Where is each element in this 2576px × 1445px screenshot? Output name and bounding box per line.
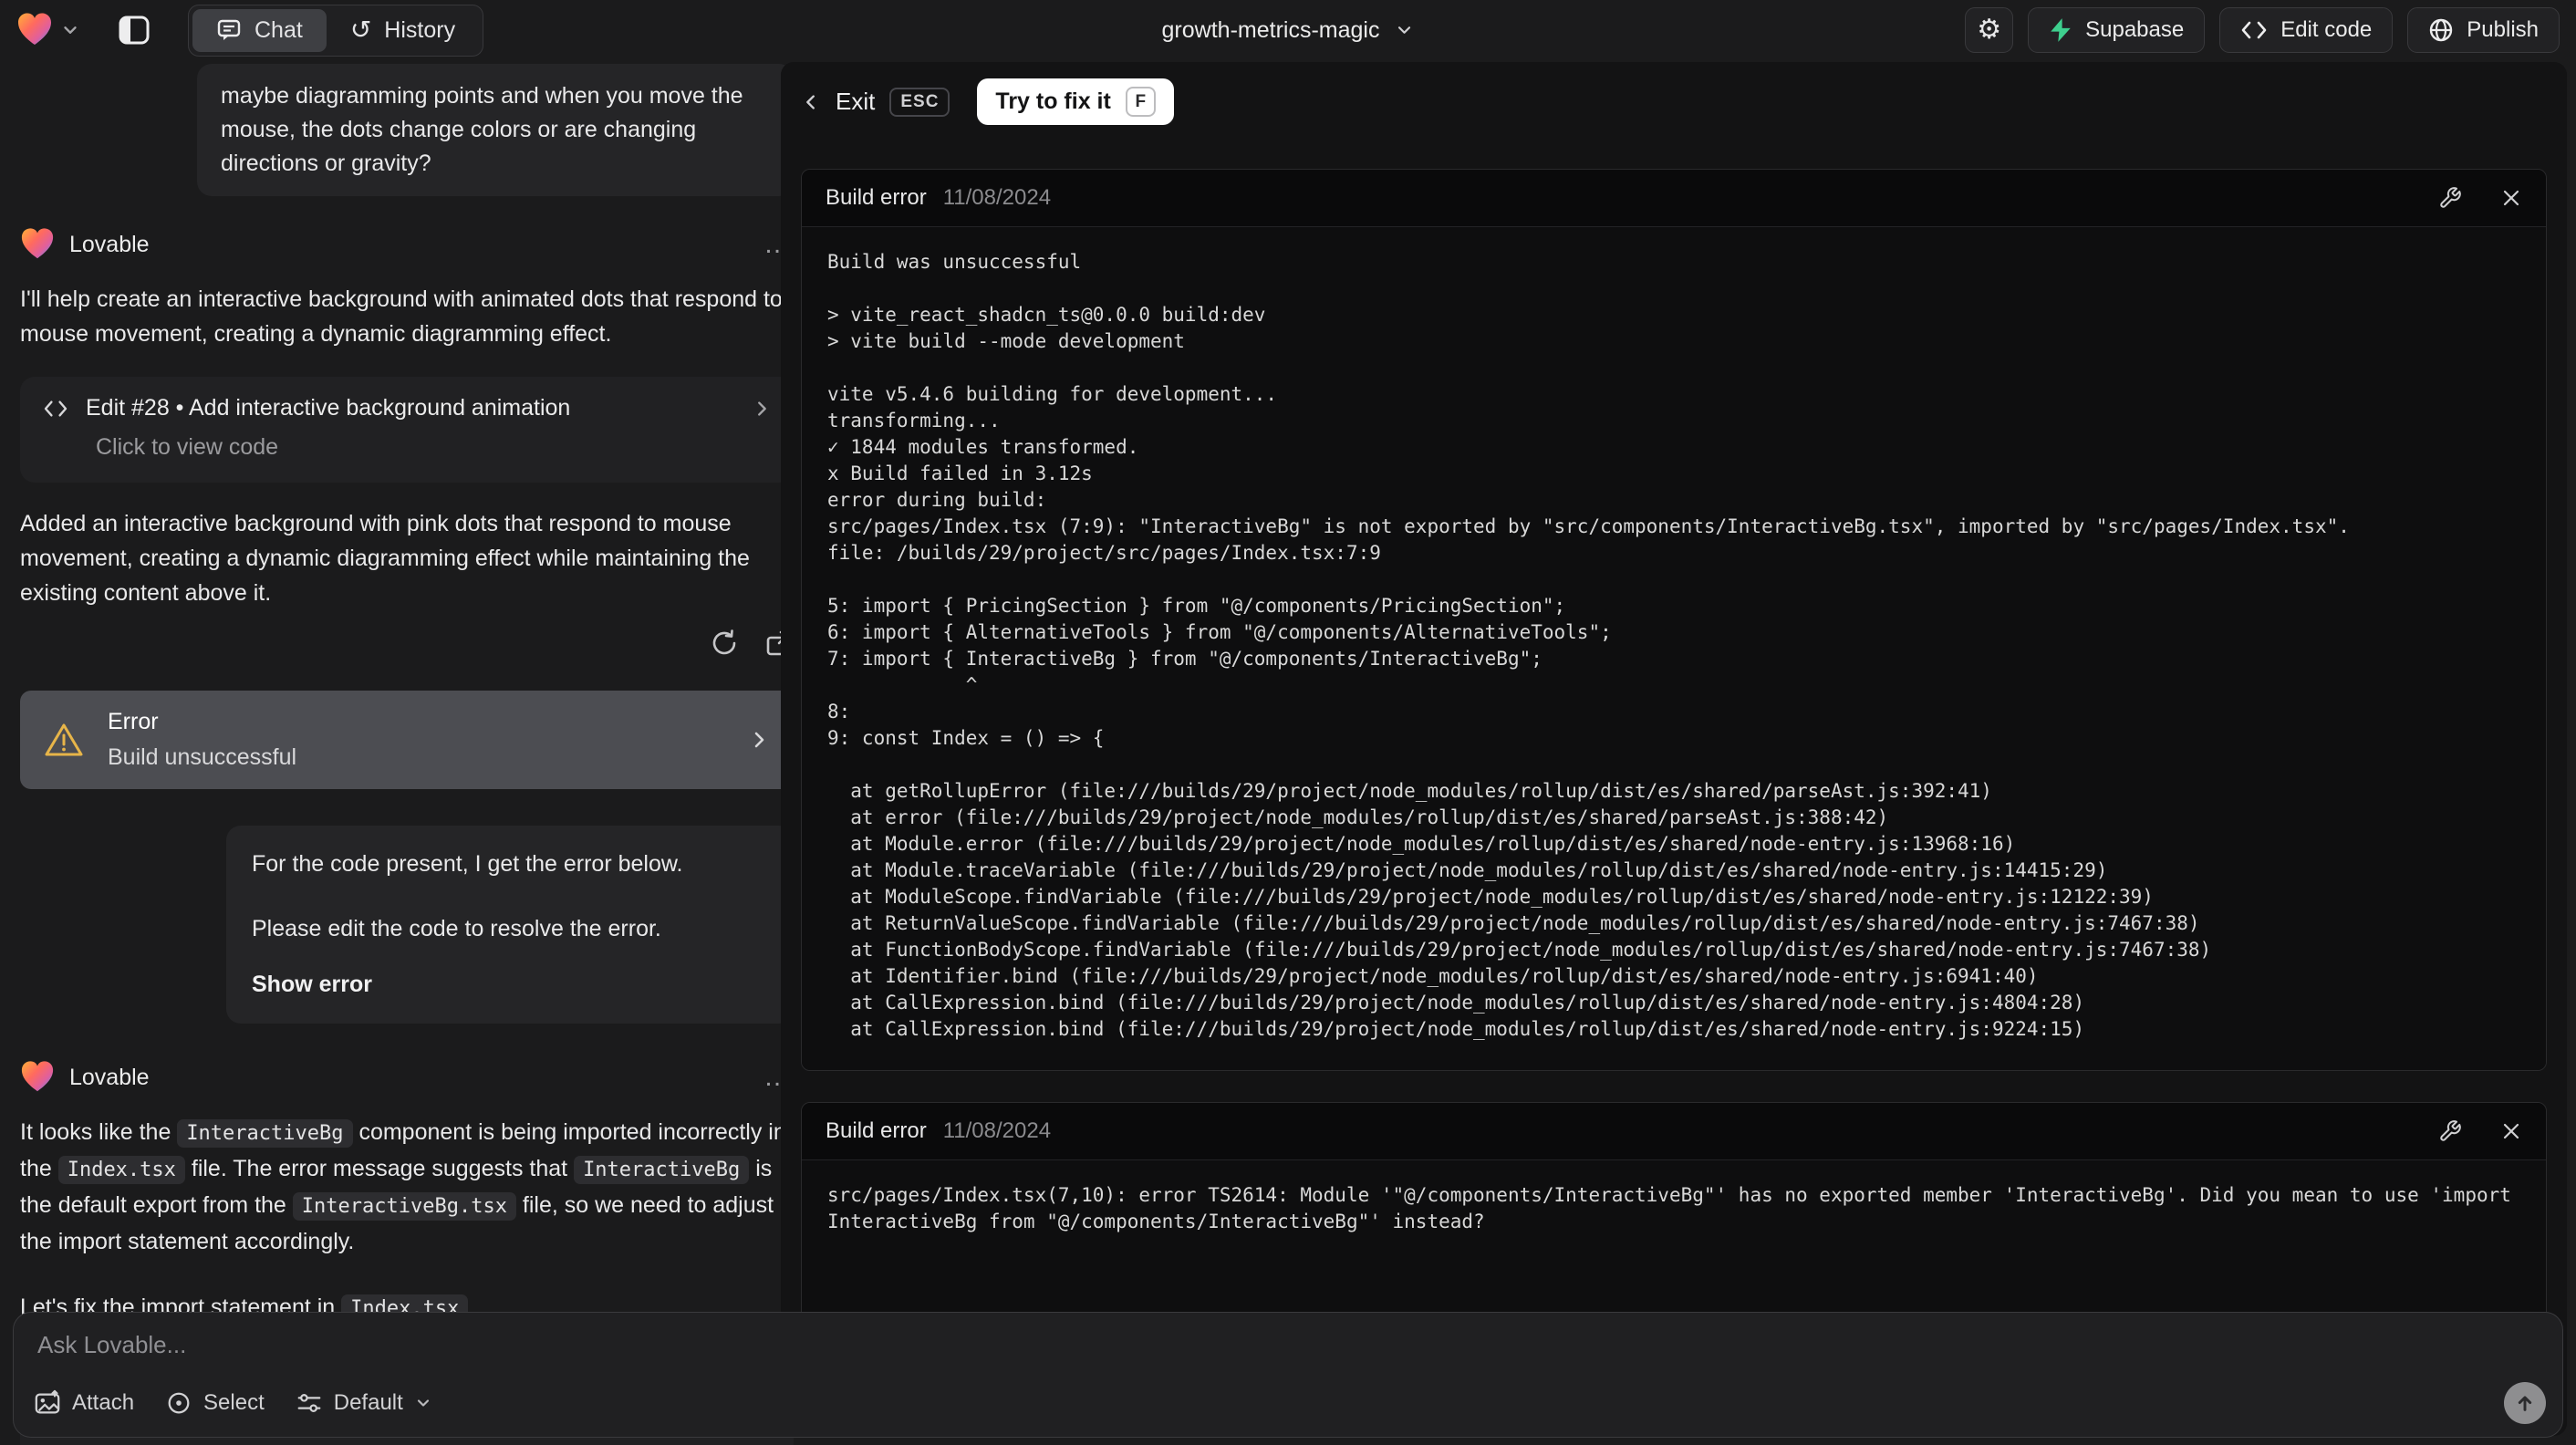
edit-card-subtitle: Click to view code (96, 434, 279, 460)
chevron-down-icon (1397, 26, 1411, 34)
chevron-down-icon (64, 26, 77, 34)
show-error-link[interactable]: Show error (252, 968, 768, 1002)
assistant-paragraph-text: I'll help create an interactive backgrou… (20, 286, 783, 347)
publish-label: Publish (2467, 17, 2539, 42)
build-error-card-2: Build error 11/08/2024 src/pages/Index.t… (801, 1102, 2547, 1324)
tab-history[interactable]: ↺ History (327, 9, 479, 52)
select-target-icon (168, 1392, 190, 1414)
inline-code: InteractiveBg.tsx (292, 1192, 516, 1221)
lovable-heart-icon (21, 1061, 54, 1092)
edit-code-button[interactable]: Edit code (2219, 7, 2394, 53)
wrench-icon[interactable] (2438, 1119, 2462, 1143)
chevron-down-icon (417, 1399, 429, 1407)
inline-code: Index.tsx (57, 1156, 185, 1184)
supabase-label: Supabase (2085, 17, 2185, 42)
error-banner-subtitle: Build unsuccessful (108, 744, 297, 770)
try-to-fix-button[interactable]: Try to fix it F (977, 78, 1174, 125)
mode-dropdown[interactable]: Default (296, 1389, 432, 1417)
error-banner-title: Error (108, 709, 159, 734)
chat-panel: maybe diagramming points and when you mo… (0, 60, 808, 1445)
select-element-button[interactable]: Select (165, 1389, 265, 1417)
assistant-name: Lovable (69, 231, 150, 257)
assistant-name: Lovable (69, 1064, 150, 1090)
edit-code-label: Edit code (2280, 17, 2373, 42)
supabase-bolt-icon (2051, 18, 2071, 42)
history-clock-icon: ↺ (349, 15, 372, 45)
gear-icon: ⚙ (1977, 14, 2002, 46)
code-brackets-icon (44, 400, 68, 417)
user-message: maybe diagramming points and when you mo… (197, 64, 794, 196)
publish-button[interactable]: Publish (2407, 7, 2560, 53)
supabase-button[interactable]: Supabase (2028, 7, 2206, 53)
tab-chat[interactable]: Chat (192, 8, 327, 52)
assistant-message-header: Lovable … (20, 1060, 794, 1095)
inline-code: InteractiveBg (574, 1156, 750, 1184)
warning-triangle-icon (45, 723, 83, 756)
lovable-logo-menu[interactable] (16, 12, 80, 48)
user-message: For the code present, I get the error be… (226, 826, 794, 1024)
edit-card-title: Edit #28 • Add interactive background an… (86, 395, 571, 421)
edit-card-28[interactable]: Edit #28 • Add interactive background an… (20, 377, 794, 483)
build-error-title: Build error (826, 185, 927, 210)
fix-label: Try to fix it (995, 88, 1111, 114)
chevron-right-icon (758, 400, 766, 416)
esc-kbd-badge: ESC (889, 87, 950, 117)
chevron-left-icon (806, 94, 815, 109)
assistant-message-header: Lovable … (20, 227, 794, 262)
project-switcher[interactable]: growth-metrics-magic (1162, 17, 1415, 44)
globe-icon (2430, 18, 2453, 42)
chat-bubble-icon (217, 19, 241, 40)
close-icon[interactable] (2500, 1120, 2522, 1142)
sidebar-toggle-button[interactable] (113, 9, 155, 51)
tab-chat-label: Chat (254, 16, 303, 43)
build-error-log: Build was unsuccessful > vite_react_shad… (827, 251, 2350, 1040)
assistant-paragraph-text: Added an interactive background with pin… (20, 511, 750, 606)
assistant-paragraph: Added an interactive background with pin… (20, 506, 794, 610)
chat-input[interactable] (36, 1329, 2544, 1384)
attach-button[interactable]: Attach (34, 1389, 134, 1417)
user-message-line: For the code present, I get the error be… (252, 851, 683, 877)
settings-button[interactable]: ⚙ (1965, 7, 2014, 53)
build-error-card-1: Build error 11/08/2024 Build was unsucce… (801, 169, 2547, 1071)
chevron-right-icon (754, 732, 764, 748)
user-message-text: maybe diagramming points and when you mo… (221, 83, 743, 176)
user-message-line: Please edit the code to resolve the erro… (252, 916, 661, 941)
build-error-title: Build error (826, 1118, 927, 1143)
close-icon[interactable] (2500, 187, 2522, 209)
code-brackets-icon (2241, 21, 2267, 39)
exit-button[interactable]: Exit ESC (801, 87, 950, 117)
chat-history-tabs: Chat ↺ History (188, 4, 484, 57)
preview-panel: Exit ESC Try to fix it F Build error 11/… (781, 62, 2567, 1436)
attach-label: Attach (72, 1390, 135, 1415)
send-button[interactable] (2504, 1382, 2546, 1424)
project-name: growth-metrics-magic (1161, 16, 1380, 43)
wrench-icon[interactable] (2438, 186, 2462, 210)
top-bar: Chat ↺ History growth-metrics-magic ⚙ Su… (0, 0, 2576, 60)
lovable-heart-icon (21, 228, 54, 259)
panel-left-icon (119, 16, 150, 45)
lovable-heart-icon (18, 13, 51, 45)
build-error-date: 11/08/2024 (942, 1118, 1052, 1143)
fix-kbd-badge: F (1125, 87, 1156, 117)
assistant-paragraph-rich: It looks like the InteractiveBg componen… (20, 1119, 786, 1254)
attach-image-icon (35, 1389, 60, 1414)
restore-icon[interactable] (710, 629, 739, 658)
assistant-paragraph: I'll help create an interactive backgrou… (20, 282, 794, 351)
error-banner[interactable]: Error Build unsuccessful (20, 691, 794, 789)
sliders-icon (297, 1394, 321, 1412)
tab-history-label: History (384, 16, 456, 43)
arrow-up-icon (2518, 1396, 2532, 1411)
message-actions (20, 629, 794, 658)
build-error-date: 11/08/2024 (942, 185, 1052, 210)
composer: Attach Select Default (13, 1312, 2563, 1438)
mode-label: Default (333, 1390, 403, 1415)
select-label: Select (203, 1390, 265, 1415)
inline-code: InteractiveBg (177, 1119, 353, 1148)
build-error-log: src/pages/Index.tsx(7,10): error TS2614:… (827, 1184, 2511, 1232)
exit-label: Exit (836, 88, 876, 115)
